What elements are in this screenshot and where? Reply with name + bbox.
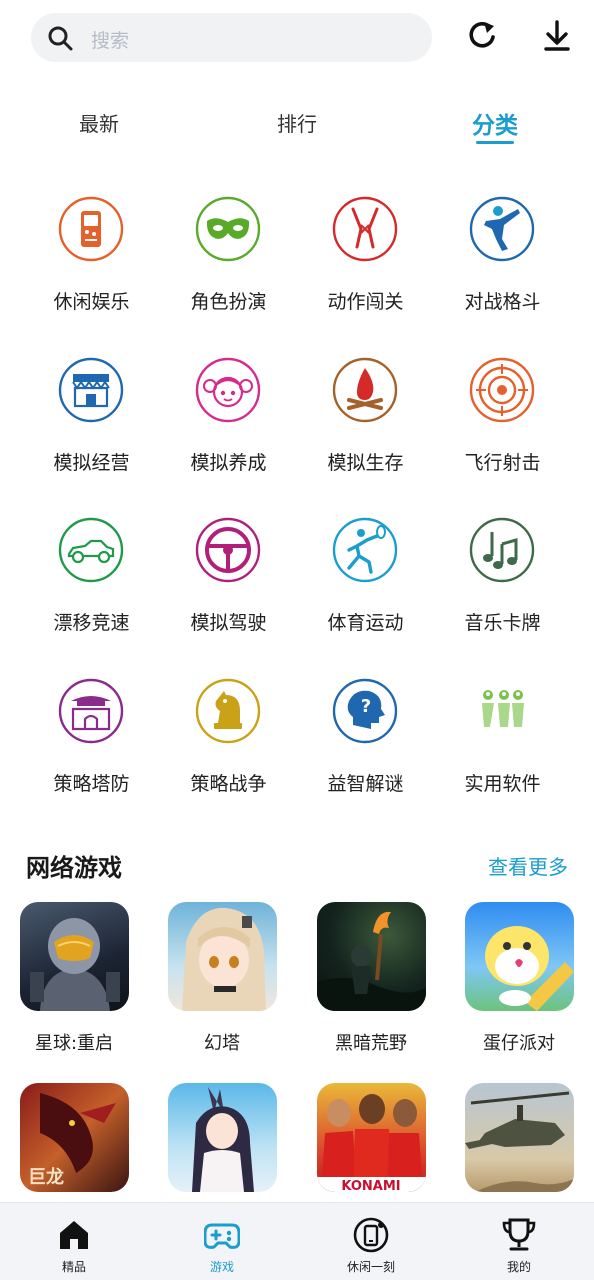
helicopter-image [465,1091,574,1192]
download-icon[interactable] [539,18,575,54]
campfire-icon [332,357,398,423]
category-flight-shooter[interactable]: 飞行射击 [434,344,571,494]
steering-wheel-icon [195,517,261,583]
fighter-icon [469,196,535,262]
category-driving-sim[interactable]: 模拟驾驶 [160,504,297,654]
dragon-image: 巨龙 [28,1093,116,1188]
dark-wilderness-image [317,911,426,1011]
category-raising-sim[interactable]: 模拟养成 [160,344,297,494]
music-note-icon [469,517,535,583]
castle-icon [58,678,124,744]
category-fighting[interactable]: 对战格斗 [434,183,571,333]
category-racing[interactable]: 漂移竞速 [23,504,160,654]
game-thumbnail[interactable] [168,1083,277,1192]
anime-bunny-girl-image [192,1087,254,1192]
game-thumbnail[interactable] [317,902,426,1011]
game-thumbnail[interactable]: KONAMI [317,1083,426,1192]
game-thumbnail[interactable] [465,902,574,1011]
search-bar[interactable]: 搜索 [31,13,432,62]
soccer-players-image: KONAMI [317,1094,426,1192]
category-label: 音乐卡牌 [464,612,541,634]
nav-label: 游戏 [209,1260,234,1274]
section-title: 网络游戏 [26,854,122,882]
category-label: 体育运动 [327,612,404,634]
category-survival-sim[interactable]: 模拟生存 [297,344,434,494]
tab-latest[interactable]: 最新 [39,108,159,137]
category-label: 动作闯关 [327,291,404,313]
category-label: 益智解谜 [327,773,404,795]
category-label: 漂移竞速 [53,612,130,634]
top-bar: 搜索 [0,0,594,80]
brain-question-icon: ? [332,678,398,744]
game-thumbnail[interactable] [168,902,277,1011]
category-label: 角色扮演 [190,291,267,313]
tab-ranking[interactable]: 排行 [237,108,357,137]
race-car-icon [58,517,124,583]
nav-profile[interactable]: 我的 [445,1203,593,1280]
home-icon [60,1221,88,1249]
game-name: 蛋仔派对 [483,1033,555,1054]
category-label: 模拟生存 [327,452,404,474]
category-label: 策略战争 [190,773,267,795]
category-puzzle[interactable]: ? 益智解谜 [297,665,434,815]
see-more-link[interactable]: 查看更多 [488,851,568,880]
phone-icon [353,1217,389,1253]
girl-face-icon [195,357,261,423]
game-thumbnail[interactable] [20,902,129,1011]
nav-label: 休闲一刻 [346,1260,395,1274]
nav-featured[interactable]: 精品 [0,1203,148,1280]
tab-active-indicator [476,141,514,144]
trophy-icon [502,1218,536,1251]
category-casual[interactable]: 休闲娱乐 [23,183,160,333]
category-label: 实用软件 [464,773,541,795]
tennis-player-icon [332,517,398,583]
refresh-icon[interactable] [464,18,500,54]
game-thumbnail[interactable] [465,1083,574,1192]
mask-icon [195,196,261,262]
category-strategy-war[interactable]: 策略战争 [160,665,297,815]
eggy-party-image [485,926,574,1011]
game-name: 星球:重启 [34,1033,114,1054]
category-tower-defense[interactable]: 策略塔防 [23,665,160,815]
category-action[interactable]: 动作闯关 [297,183,434,333]
category-music-card[interactable]: 音乐卡牌 [434,504,571,654]
category-label: 飞行射击 [464,452,541,474]
nav-label: 我的 [506,1260,531,1274]
nav-leisure[interactable]: 休闲一刻 [297,1203,445,1280]
swords-icon [332,196,398,262]
category-label: 模拟驾驶 [190,612,267,634]
category-utility[interactable]: 实用软件 [434,665,571,815]
nav-label: 精品 [61,1260,86,1274]
target-icon [469,357,535,423]
tab-category[interactable]: 分类 [435,106,555,140]
game-name: 幻塔 [204,1033,240,1054]
frog-tools-icon [482,690,524,727]
category-label: 对战格斗 [464,291,541,313]
gamepad-icon [204,1223,240,1249]
astronaut-image [30,918,120,1011]
game-name: 黑暗荒野 [335,1033,407,1054]
bottom-navigation: 精品 游戏 休闲一刻 我的 [0,1202,594,1280]
anime-girl-image [182,907,266,1011]
shop-icon [58,357,124,423]
category-label: 休闲娱乐 [53,291,130,313]
category-label: 模拟养成 [190,452,267,474]
category-label: 策略塔防 [53,773,130,795]
nav-games[interactable]: 游戏 [148,1203,296,1280]
category-label: 模拟经营 [53,452,130,474]
category-rpg[interactable]: 角色扮演 [160,183,297,333]
category-sports[interactable]: 体育运动 [297,504,434,654]
gameboy-icon [58,196,124,262]
search-icon [48,26,73,51]
chess-knight-icon [195,678,261,744]
tab-bar: 最新 排行 分类 [0,100,594,150]
dragon-logo-text: 巨龙 [28,1166,64,1188]
svg-text:?: ? [361,696,371,717]
category-business-sim[interactable]: 模拟经营 [23,344,160,494]
game-thumbnail[interactable]: 巨龙 [20,1083,129,1192]
konami-logo-text: KONAMI [341,1179,400,1192]
search-placeholder: 搜索 [91,30,130,52]
